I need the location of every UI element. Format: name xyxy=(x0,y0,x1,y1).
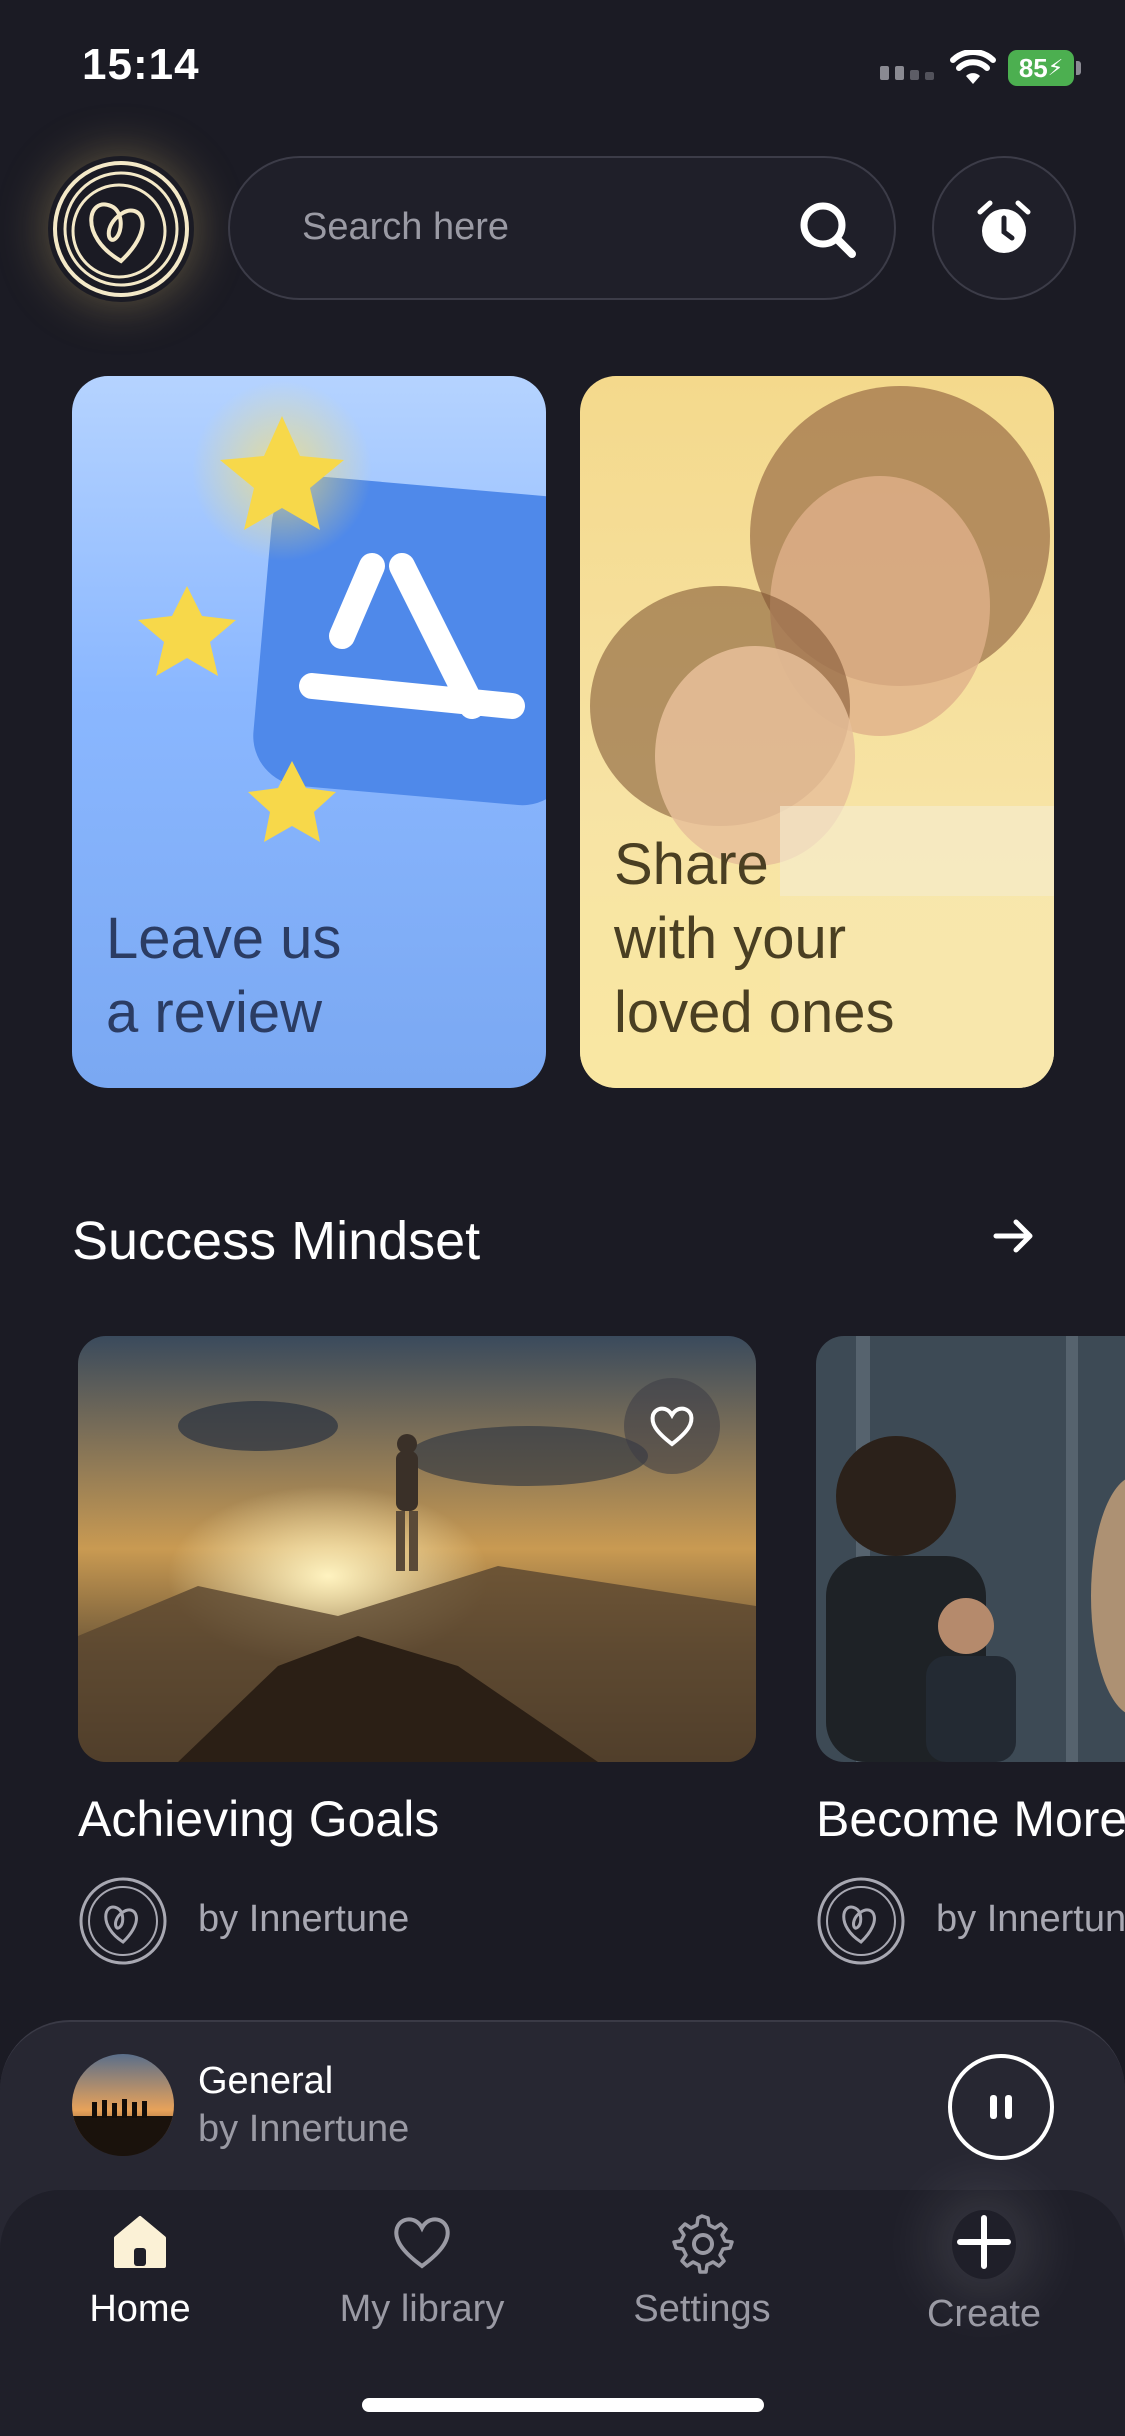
home-indicator[interactable] xyxy=(362,2398,764,2412)
track-title[interactable]: Achieving Goals xyxy=(78,1790,439,1848)
tab-label: Settings xyxy=(633,2288,771,2330)
favorite-button[interactable] xyxy=(624,1378,720,1474)
tab-my-library[interactable]: My library xyxy=(292,2210,552,2331)
search-bar[interactable]: Search here xyxy=(228,156,896,300)
wifi-icon xyxy=(950,49,996,91)
create-glow xyxy=(952,2210,1016,2279)
track-author: by Innertune xyxy=(936,1898,1125,1940)
review-card[interactable]: Leave us a review xyxy=(72,376,546,1088)
battery-tip xyxy=(1076,61,1081,75)
arrow-right-icon[interactable] xyxy=(990,1212,1038,1265)
share-card-line2: with your xyxy=(614,906,847,971)
plus-icon xyxy=(957,2215,1011,2269)
tab-home[interactable]: Home xyxy=(10,2210,270,2331)
review-card-line2: a review xyxy=(106,980,322,1045)
now-playing-title: General xyxy=(198,2060,334,2102)
share-card-line1: Share xyxy=(614,832,769,897)
cellular-signal-icon xyxy=(880,66,934,80)
status-time: 15:14 xyxy=(82,40,200,89)
battery-icon: 85 ⚡ xyxy=(1008,50,1074,86)
author-avatar xyxy=(78,1876,168,1966)
innertune-logo[interactable] xyxy=(48,156,194,302)
share-card-line3: loved ones xyxy=(614,980,895,1045)
author-avatar xyxy=(816,1876,906,1966)
pause-button[interactable] xyxy=(948,2054,1054,2160)
tab-create[interactable]: Create xyxy=(854,2210,1114,2336)
section-title: Success Mindset xyxy=(72,1211,481,1271)
tab-label: Home xyxy=(89,2288,191,2330)
alarm-clock-icon xyxy=(977,200,1031,253)
track-title[interactable]: Become More xyxy=(816,1790,1125,1848)
tab-label: My library xyxy=(339,2288,505,2330)
review-card-line1: Leave us xyxy=(106,906,342,971)
gear-icon xyxy=(672,2214,734,2274)
track-author: by Innertune xyxy=(198,1898,410,1940)
tab-label: Create xyxy=(926,2293,1042,2335)
search-input[interactable]: Search here xyxy=(302,206,509,249)
track-thumbnail-become-more[interactable] xyxy=(816,1336,1125,1762)
heart-icon xyxy=(394,2217,450,2269)
now-playing-author: by Innertune xyxy=(198,2108,410,2150)
tab-settings[interactable]: Settings xyxy=(572,2210,832,2331)
home-icon xyxy=(114,2216,166,2268)
alarm-button[interactable] xyxy=(932,156,1076,300)
heart-icon xyxy=(650,1406,694,1447)
now-playing-thumbnail xyxy=(72,2054,174,2156)
battery-level: 85 xyxy=(1018,52,1048,83)
pause-icon xyxy=(990,2095,1012,2119)
search-icon[interactable] xyxy=(796,198,860,262)
share-card[interactable]: Share with your loved ones xyxy=(580,376,1054,1088)
